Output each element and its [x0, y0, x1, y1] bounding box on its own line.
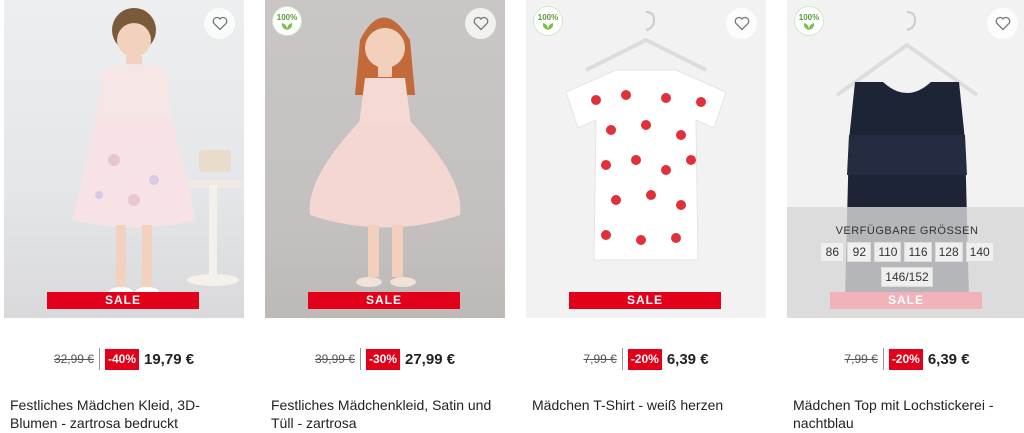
bio-leaf-icon: 100%: [272, 6, 302, 36]
price-row: 7,99 € -20% 6,39 €: [787, 346, 1024, 372]
discount-badge: -30%: [365, 348, 400, 370]
divider: [98, 348, 100, 370]
discount-badge: -20%: [888, 348, 923, 370]
badge-text: 100%: [798, 12, 820, 22]
sale-banner: SALE: [569, 292, 721, 309]
divider: [882, 348, 884, 370]
sizes-title: VERFÜGBARE GRÖSSEN: [835, 225, 979, 237]
price-row: 7,99 € -20% 6,39 €: [526, 346, 766, 372]
product-image-satin-tulle-dress[interactable]: 100% SALE: [265, 0, 505, 318]
discount-badge: -40%: [104, 348, 139, 370]
new-price: 6,39 €: [666, 350, 709, 368]
new-price: 27,99 €: [405, 350, 456, 368]
product-name-link[interactable]: Festliches Mädchen Kleid, 3D-Blumen - za…: [10, 396, 240, 432]
product-image-navy-top[interactable]: 100% VERFÜGBARE GRÖSSEN 86 92 110 116 12…: [787, 0, 1024, 318]
size-option[interactable]: 146/152: [881, 267, 933, 287]
heart-icon[interactable]: [204, 8, 235, 39]
sale-banner: SALE: [308, 292, 460, 309]
heart-icon[interactable]: [726, 8, 757, 39]
old-price: 39,99 €: [314, 352, 355, 366]
badge-text: 100%: [276, 12, 298, 22]
divider: [621, 348, 623, 370]
size-option[interactable]: 128: [934, 242, 963, 262]
old-price: 7,99 €: [844, 352, 878, 366]
product-image-heart-tshirt[interactable]: 100% SALE: [526, 0, 766, 318]
product-card[interactable]: 100% SALE 39,99 € -30% 27,99 € Festliche…: [265, 0, 505, 433]
product-card[interactable]: 100% SALE 7,99 € -20% 6,39 € Mädchen T-S…: [526, 0, 766, 433]
divider: [359, 348, 361, 370]
old-price: 7,99 €: [583, 352, 617, 366]
product-card[interactable]: 100% VERFÜGBARE GRÖSSEN 86 92 110 116 12…: [787, 0, 1024, 433]
product-image-dress-flowers[interactable]: SALE: [4, 0, 244, 318]
price-row: 32,99 € -40% 19,79 €: [4, 346, 244, 372]
product-name-link[interactable]: Festliches Mädchenkleid, Satin und Tüll …: [271, 396, 501, 432]
size-option[interactable]: 140: [965, 242, 994, 262]
product-name-link[interactable]: Mädchen Top mit Lochstickerei - nachtbla…: [793, 396, 1023, 432]
old-price: 32,99 €: [53, 352, 94, 366]
size-option[interactable]: 116: [904, 242, 932, 262]
new-price: 19,79 €: [144, 350, 195, 368]
size-option[interactable]: 110: [874, 242, 902, 262]
heart-icon[interactable]: [465, 8, 496, 39]
product-grid: SALE 32,99 € -40% 19,79 € Festliches Mäd…: [0, 0, 1024, 433]
badge-text: 100%: [537, 12, 559, 22]
sizes-row: 86 92 110 116 128 140: [787, 242, 1024, 262]
size-option[interactable]: 92: [847, 242, 872, 262]
sale-banner: SALE: [47, 292, 199, 309]
price-row: 39,99 € -30% 27,99 €: [265, 346, 505, 372]
bio-leaf-icon: 100%: [533, 6, 563, 36]
new-price: 6,39 €: [927, 350, 970, 368]
bio-leaf-icon: 100%: [794, 6, 824, 36]
heart-tshirt-on-hanger-image: [565, 11, 727, 261]
heart-icon[interactable]: [987, 8, 1018, 39]
size-option[interactable]: 86: [820, 242, 845, 262]
product-card[interactable]: SALE 32,99 € -40% 19,79 € Festliches Mäd…: [4, 0, 244, 433]
discount-badge: -20%: [627, 348, 662, 370]
girl-in-tulle-dress-image: [309, 17, 461, 287]
sale-banner: SALE: [830, 292, 982, 309]
girl-in-flower-dress-image: [72, 8, 244, 297]
sizes-row: 146/152: [787, 267, 1024, 287]
product-name-link[interactable]: Mädchen T-Shirt - weiß herzen: [532, 396, 762, 414]
